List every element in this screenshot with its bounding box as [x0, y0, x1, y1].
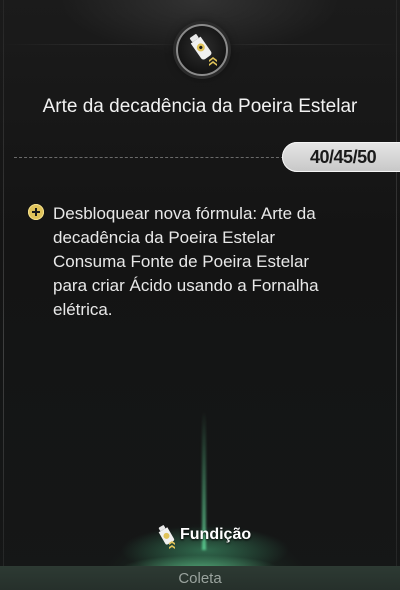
rank-chevrons-icon	[209, 57, 217, 66]
tab-label: Fundição	[180, 526, 252, 543]
description-line: Consuma Fonte de Poeira Estelar	[53, 252, 310, 271]
skill-panel: Arte da decadência da Poeira Estelar 40/…	[0, 0, 400, 590]
skill-description: Desbloquear nova fórmula: Arte da decadê…	[53, 202, 383, 322]
skill-title: Arte da decadência da Poeira Estelar	[42, 96, 358, 117]
dashed-divider	[14, 157, 284, 158]
level-max: 50	[357, 147, 377, 167]
level-current: 40	[310, 147, 330, 167]
skill-badge	[176, 24, 228, 76]
acid-bottle-icon	[189, 34, 217, 66]
description-line: para criar Ácido usando a Fornalha	[53, 276, 319, 295]
description-line: decadência da Poeira Estelar	[53, 228, 276, 247]
level-mid: 45	[333, 147, 354, 167]
level-values: 40/45/50	[310, 146, 390, 168]
tab-fundicao[interactable]: Fundição	[120, 520, 290, 566]
plus-circle-icon	[28, 204, 44, 220]
tab-coleta[interactable]: Coleta	[0, 570, 400, 587]
description-line: elétrica.	[53, 300, 113, 319]
frame-border-right	[396, 0, 397, 590]
frame-border-left	[3, 0, 4, 590]
acid-bottle-icon	[158, 525, 175, 549]
description-line: Desbloquear nova fórmula: Arte da	[53, 204, 316, 223]
